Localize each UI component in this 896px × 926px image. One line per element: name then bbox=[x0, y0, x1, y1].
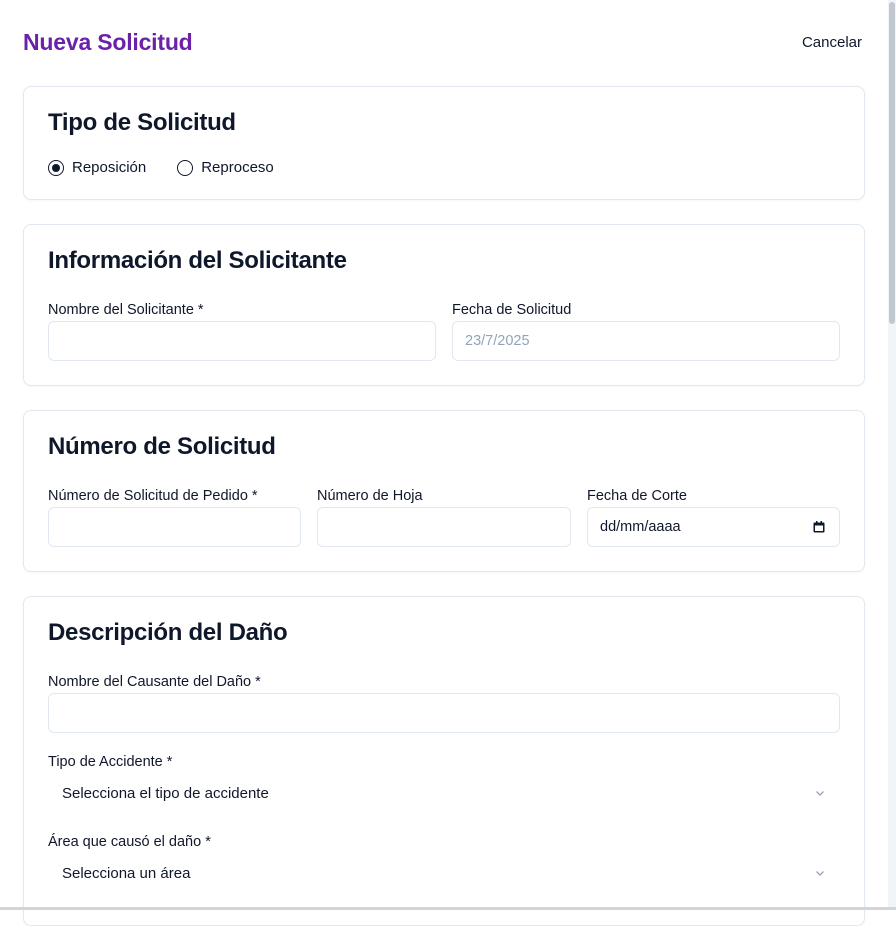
damage-description-card: Descripción del Daño Nombre del Causante… bbox=[23, 596, 865, 926]
requester-info-card: Información del Solicitante Nombre del S… bbox=[23, 224, 865, 386]
sheet-number-input[interactable] bbox=[317, 507, 571, 547]
damage-causer-label: Nombre del Causante del Daño * bbox=[48, 674, 261, 690]
damage-causer-input[interactable] bbox=[48, 693, 840, 733]
radio-label-reposicion: Reposición bbox=[72, 159, 147, 176]
damage-description-title: Descripción del Daño bbox=[48, 619, 288, 646]
sheet-number-label: Número de Hoja bbox=[317, 488, 423, 504]
request-number-title: Número de Solicitud bbox=[48, 433, 276, 460]
accident-type-placeholder: Selecciona el tipo de accidente bbox=[62, 784, 269, 802]
requester-name-input[interactable] bbox=[48, 321, 436, 361]
cut-date-placeholder: dd/mm/aaaa bbox=[600, 519, 681, 535]
radio-option-reposicion[interactable]: Reposición bbox=[48, 159, 146, 176]
chevron-down-icon bbox=[816, 871, 824, 876]
request-type-title: Tipo de Solicitud bbox=[48, 109, 236, 136]
radio-label-reproceso: Reproceso bbox=[201, 159, 274, 176]
radio-reproceso[interactable] bbox=[177, 159, 194, 176]
requester-info-title: Información del Solicitante bbox=[48, 247, 347, 274]
radio-selected-dot bbox=[52, 163, 60, 172]
new-request-modal: Nueva Solicitud Cancelar Tipo de Solicit… bbox=[0, 0, 896, 926]
request-date-field: 23/7/2025 bbox=[452, 321, 840, 361]
radio-reposicion[interactable] bbox=[48, 159, 64, 176]
request-type-card: Tipo de Solicitud Reposición Reproceso bbox=[23, 86, 865, 200]
radio-option-reproceso[interactable]: Reproceso bbox=[177, 159, 274, 176]
request-number-card: Número de Solicitud Número de Solicitud … bbox=[23, 410, 865, 572]
modal-header: Nueva Solicitud Cancelar bbox=[23, 26, 872, 58]
cancel-button[interactable]: Cancelar bbox=[786, 28, 878, 57]
cut-date-input[interactable]: dd/mm/aaaa bbox=[587, 507, 840, 547]
accident-type-select[interactable]: Selecciona el tipo de accidente bbox=[48, 773, 840, 813]
request-date-label: Fecha de Solicitud bbox=[452, 302, 572, 318]
chevron-down-icon bbox=[816, 791, 824, 796]
calendar-icon[interactable] bbox=[813, 521, 825, 533]
page-title: Nueva Solicitud bbox=[23, 28, 193, 55]
request-type-radio-group: Reposición Reproceso bbox=[48, 159, 305, 176]
cut-date-label: Fecha de Corte bbox=[587, 488, 687, 504]
scrollbar-thumb[interactable] bbox=[889, 2, 895, 324]
order-request-number-input[interactable] bbox=[48, 507, 301, 547]
area-placeholder: Selecciona un área bbox=[62, 864, 191, 882]
area-label: Área que causó el daño * bbox=[48, 834, 211, 850]
accident-type-label: Tipo de Accidente * bbox=[48, 754, 173, 770]
requester-name-label: Nombre del Solicitante * bbox=[48, 302, 204, 318]
area-select[interactable]: Selecciona un área bbox=[48, 853, 840, 893]
order-request-number-label: Número de Solicitud de Pedido * bbox=[48, 488, 258, 504]
